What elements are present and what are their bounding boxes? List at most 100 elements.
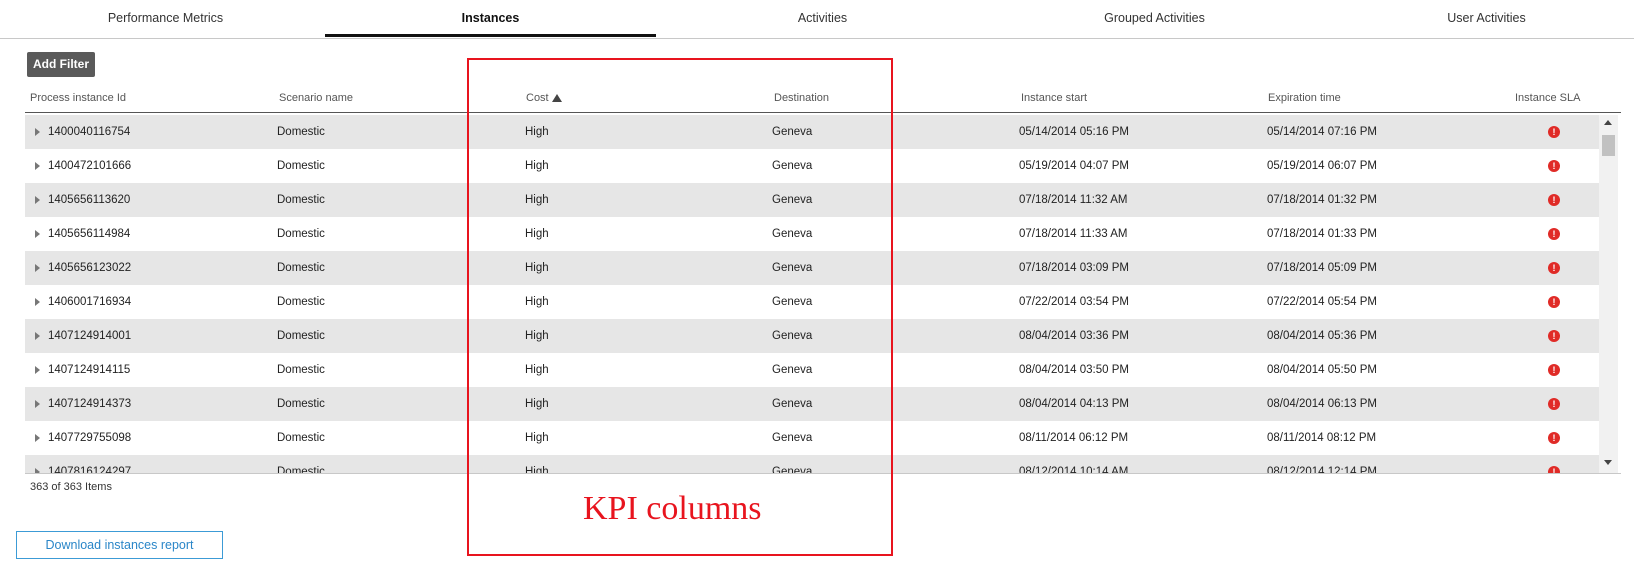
- cell-cost: High: [525, 262, 549, 274]
- cell-expiration-time: 05/14/2014 07:16 PM: [1267, 126, 1377, 138]
- cell-expiration-time: 08/11/2014 08:12 PM: [1267, 432, 1377, 444]
- sla-alert-icon: !: [1548, 364, 1560, 376]
- tab-user-activities[interactable]: User Activities: [1321, 0, 1634, 37]
- cell-expiration-time: 08/04/2014 05:50 PM: [1267, 364, 1377, 376]
- column-header-cost[interactable]: Cost: [526, 84, 562, 112]
- sla-alert-icon: !: [1548, 330, 1560, 342]
- expand-row-icon[interactable]: [35, 264, 40, 272]
- cell-destination: Geneva: [772, 296, 813, 308]
- grid-bottom-border: [25, 473, 1621, 474]
- expand-row-icon[interactable]: [35, 366, 40, 374]
- cell-destination: Geneva: [772, 432, 813, 444]
- cell-instance-start: 08/04/2014 03:36 PM: [1019, 330, 1129, 342]
- tab-instances[interactable]: Instances: [325, 0, 656, 37]
- cell-expiration-time: 08/04/2014 06:13 PM: [1267, 398, 1377, 410]
- cell-process-instance-id: 1407124914373: [48, 398, 132, 410]
- cell-destination: Geneva: [772, 364, 813, 376]
- cell-instance-start: 07/18/2014 11:33 AM: [1019, 228, 1128, 240]
- cell-destination: Geneva: [772, 466, 813, 473]
- scroll-up-arrow-icon[interactable]: [1604, 120, 1612, 125]
- cell-instance-start: 08/04/2014 04:13 PM: [1019, 398, 1129, 410]
- tab-performance-metrics[interactable]: Performance Metrics: [0, 0, 331, 37]
- cell-process-instance-id: 1407729755098: [48, 432, 132, 444]
- cell-process-instance-id: 1407124914115: [48, 364, 131, 376]
- expand-row-icon[interactable]: [35, 434, 40, 442]
- expand-row-icon[interactable]: [35, 298, 40, 306]
- cell-destination: Geneva: [772, 262, 813, 274]
- scroll-down-arrow-icon[interactable]: [1604, 460, 1612, 465]
- cell-scenario-name: Domestic: [277, 364, 325, 376]
- column-header-process-instance-id[interactable]: Process instance Id: [30, 84, 126, 112]
- table-row[interactable]: 1405656114984 Domestic High Geneva 07/18/201…: [25, 217, 1599, 251]
- cell-scenario-name: Domestic: [277, 126, 325, 138]
- cell-scenario-name: Domestic: [277, 262, 325, 274]
- sla-alert-icon: !: [1548, 262, 1560, 274]
- scrollbar-thumb[interactable]: [1602, 135, 1615, 156]
- cell-scenario-name: Domestic: [277, 330, 325, 342]
- table-row[interactable]: 1407124914115 Domestic High Geneva 08/04/201…: [25, 353, 1599, 387]
- cell-process-instance-id: 1405656123022: [48, 262, 132, 274]
- cell-process-instance-id: 1407124914001: [48, 330, 132, 342]
- cell-scenario-name: Domestic: [277, 194, 325, 206]
- column-header-cost-label: Cost: [526, 92, 549, 104]
- item-count: 363 of 363 Items: [30, 481, 112, 493]
- cell-process-instance-id: 1405656113620: [48, 194, 131, 206]
- tab-bar: Performance Metrics Instances Activities…: [0, 0, 1634, 39]
- sla-alert-icon: !: [1548, 296, 1560, 308]
- column-header-expiration-time[interactable]: Expiration time: [1268, 84, 1341, 112]
- column-header-destination[interactable]: Destination: [774, 84, 829, 112]
- cell-instance-start: 05/19/2014 04:07 PM: [1019, 160, 1129, 172]
- cell-cost: High: [525, 296, 549, 308]
- cell-scenario-name: Domestic: [277, 432, 325, 444]
- cell-expiration-time: 07/18/2014 01:33 PM: [1267, 228, 1377, 240]
- expand-row-icon[interactable]: [35, 128, 40, 136]
- cell-cost: High: [525, 364, 549, 376]
- cell-expiration-time: 08/04/2014 05:36 PM: [1267, 330, 1377, 342]
- table-row[interactable]: 1407124914001 Domestic High Geneva 08/04/201…: [25, 319, 1599, 353]
- cell-scenario-name: Domestic: [277, 398, 325, 410]
- cell-process-instance-id: 1406001716934: [48, 296, 132, 308]
- cell-destination: Geneva: [772, 330, 813, 342]
- cell-cost: High: [525, 194, 549, 206]
- cell-scenario-name: Domestic: [277, 466, 325, 473]
- cell-destination: Geneva: [772, 160, 813, 172]
- cell-instance-start: 07/22/2014 03:54 PM: [1019, 296, 1129, 308]
- expand-row-icon[interactable]: [35, 230, 40, 238]
- cell-instance-start: 07/18/2014 03:09 PM: [1019, 262, 1129, 274]
- tab-grouped-activities[interactable]: Grouped Activities: [989, 0, 1320, 37]
- table-row[interactable]: 1405656123022 Domestic High Geneva 07/18/201…: [25, 251, 1599, 285]
- sla-alert-icon: !: [1548, 160, 1560, 172]
- cell-scenario-name: Domestic: [277, 296, 325, 308]
- table-row[interactable]: 1407124914373 Domestic High Geneva 08/04/201…: [25, 387, 1599, 421]
- expand-row-icon[interactable]: [35, 332, 40, 340]
- instances-grid: 1400040116754 Domestic High Geneva 05/14/201…: [25, 115, 1599, 473]
- column-header-instance-sla[interactable]: Instance SLA: [1515, 84, 1580, 112]
- cell-expiration-time: 05/19/2014 06:07 PM: [1267, 160, 1377, 172]
- table-row[interactable]: 1406001716934 Domestic High Geneva 07/22/201…: [25, 285, 1599, 319]
- table-header: Process instance Id Scenario name Cost D…: [25, 84, 1621, 113]
- cell-process-instance-id: 1400472101666: [48, 160, 132, 172]
- expand-row-icon[interactable]: [35, 196, 40, 204]
- cell-cost: High: [525, 330, 549, 342]
- table-row[interactable]: 1400040116754 Domestic High Geneva 05/14/201…: [25, 115, 1599, 149]
- table-row[interactable]: 1407816124297 Domestic High Geneva 08/12/201…: [25, 455, 1599, 473]
- expand-row-icon[interactable]: [35, 400, 40, 408]
- cell-cost: High: [525, 466, 549, 473]
- vertical-scrollbar[interactable]: [1599, 115, 1618, 473]
- sla-alert-icon: !: [1548, 466, 1560, 473]
- table-row[interactable]: 1405656113620 Domestic High Geneva 07/18/201…: [25, 183, 1599, 217]
- table-row[interactable]: 1407729755098 Domestic High Geneva 08/11/201…: [25, 421, 1599, 455]
- cell-instance-start: 07/18/2014 11:32 AM: [1019, 194, 1128, 206]
- download-instances-report-button[interactable]: Download instances report: [16, 531, 223, 559]
- cell-instance-start: 08/04/2014 03:50 PM: [1019, 364, 1129, 376]
- expand-row-icon[interactable]: [35, 162, 40, 170]
- table-row[interactable]: 1400472101666 Domestic High Geneva 05/19/201…: [25, 149, 1599, 183]
- tab-activities[interactable]: Activities: [657, 0, 988, 37]
- cell-instance-start: 05/14/2014 05:16 PM: [1019, 126, 1129, 138]
- cell-process-instance-id: 1405656114984: [48, 228, 131, 240]
- cell-destination: Geneva: [772, 126, 813, 138]
- add-filter-button[interactable]: Add Filter: [27, 52, 95, 77]
- cell-instance-start: 08/11/2014 06:12 PM: [1019, 432, 1129, 444]
- column-header-instance-start[interactable]: Instance start: [1021, 84, 1087, 112]
- column-header-scenario-name[interactable]: Scenario name: [279, 84, 353, 112]
